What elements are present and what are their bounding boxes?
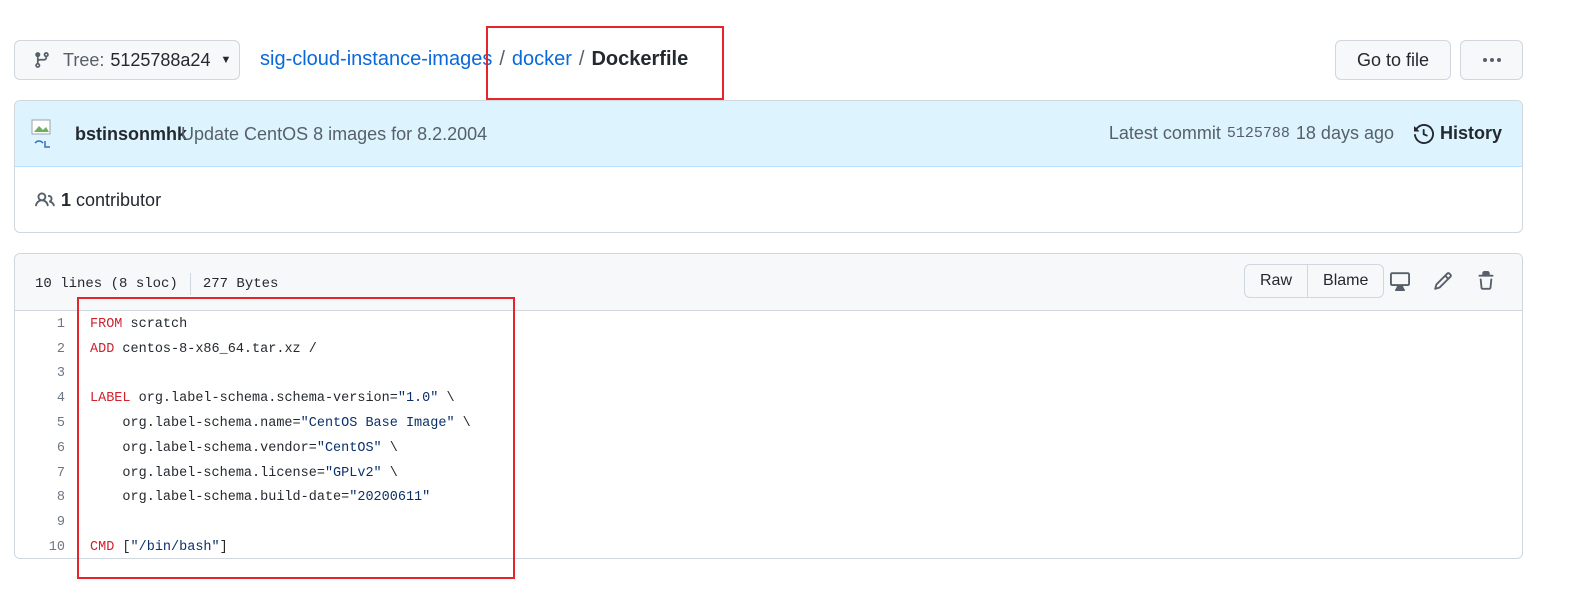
- code-text: FROM scratch: [65, 317, 187, 332]
- tree-label: Tree:: [63, 49, 105, 70]
- code-string: "20200611": [349, 490, 431, 506]
- code-keyword: FROM: [90, 316, 123, 332]
- pencil-icon[interactable]: [1432, 270, 1454, 292]
- line-number[interactable]: 5: [15, 416, 65, 431]
- commit-meta: Latest commit 5125788 18 days ago Histor…: [1109, 123, 1502, 144]
- code-plain: [: [114, 540, 131, 556]
- chevron-down-icon: ▼: [220, 54, 232, 66]
- code-string: "/bin/bash": [130, 540, 220, 556]
- history-label: History: [1439, 123, 1502, 143]
- file-viewer: 10 lines (8 sloc) 277 Bytes Raw Blame 1F…: [14, 253, 1523, 559]
- raw-blame-button-group: Raw Blame: [1244, 264, 1385, 298]
- code-line: 4 LABEL org.label-schema.schema-version="…: [15, 386, 1522, 411]
- line-number[interactable]: 4: [15, 391, 65, 406]
- breadcrumb-separator: /: [578, 48, 585, 70]
- code-line: 5 org.label-schema.name="CentOS Base Ima…: [15, 411, 1522, 436]
- divider: [189, 273, 191, 295]
- raw-button[interactable]: Raw: [1245, 265, 1307, 297]
- code-plain: org.label-schema.name=: [90, 416, 301, 432]
- breadcrumb: sig-cloud-instance-images / docker / Doc…: [260, 48, 688, 71]
- kebab-horizontal-icon: [1482, 58, 1501, 62]
- tree-sha: 5125788a24: [110, 49, 211, 70]
- line-number[interactable]: 8: [15, 490, 65, 505]
- line-number[interactable]: 2: [15, 342, 65, 357]
- code-keyword: ADD: [90, 341, 115, 357]
- history-link[interactable]: History: [1413, 123, 1502, 144]
- git-branch-icon: [35, 52, 49, 68]
- code-line: 1 FROM scratch: [15, 312, 1522, 337]
- code-plain-tail: \: [381, 465, 398, 481]
- code-plain: org.label-schema.vendor=: [90, 440, 317, 456]
- line-number[interactable]: 1: [15, 317, 65, 332]
- line-number[interactable]: 9: [15, 515, 65, 530]
- commit-author[interactable]: bstinsonmhk: [75, 124, 187, 145]
- code-text: CMD ["/bin/bash"]: [65, 540, 228, 555]
- latest-commit-label: Latest commit: [1108, 123, 1221, 143]
- code-plain-tail: ]: [219, 540, 228, 556]
- code-plain-tail: \: [438, 391, 455, 407]
- code-line: 10 CMD ["/bin/bash"]: [15, 535, 1522, 558]
- code-text: org.label-schema.build-date="20200611": [65, 490, 430, 505]
- code-string: "1.0": [397, 391, 439, 407]
- breadcrumb-repo-link[interactable]: sig-cloud-instance-images: [260, 48, 492, 71]
- code-line: 6 org.label-schema.vendor="CentOS" \: [15, 436, 1522, 461]
- avatar[interactable]: [31, 119, 57, 149]
- code-keyword: LABEL: [90, 391, 131, 407]
- line-number[interactable]: 7: [15, 466, 65, 481]
- breadcrumb-current-file: Dockerfile: [591, 48, 689, 70]
- code-line: 7 org.label-schema.license="GPLv2" \: [15, 461, 1522, 486]
- commit-time: 18 days ago: [1295, 123, 1394, 143]
- code-string: "GPLv2": [324, 465, 382, 481]
- blame-button[interactable]: Blame: [1307, 265, 1383, 297]
- trash-icon[interactable]: [1475, 270, 1497, 292]
- code-text: org.label-schema.vendor="CentOS" \: [65, 440, 398, 456]
- file-header: 10 lines (8 sloc) 277 Bytes Raw Blame: [15, 254, 1522, 311]
- code-line: 9: [15, 510, 1522, 535]
- desktop-icon[interactable]: [1389, 270, 1411, 292]
- branch-selector-button[interactable]: Tree: 5125788a24 ▼: [14, 40, 240, 80]
- code-text: org.label-schema.name="CentOS Base Image…: [65, 416, 471, 432]
- code-text: LABEL org.label-schema.schema-version="1…: [65, 391, 455, 406]
- line-number[interactable]: 6: [15, 441, 65, 456]
- commit-row: bstinsonmhk Update CentOS 8 images for 8…: [15, 101, 1522, 167]
- code-line: 2 ADD centos-8-x86_64.tar.xz /: [15, 337, 1522, 362]
- code-line: 3: [15, 362, 1522, 387]
- contributor-label: contributor: [76, 189, 162, 210]
- line-number[interactable]: 3: [15, 366, 65, 381]
- code-text: org.label-schema.license="GPLv2" \: [65, 465, 398, 481]
- history-icon: [1413, 123, 1434, 144]
- contributors-row[interactable]: 1 contributor: [15, 167, 1522, 232]
- code-plain: org.label-schema.schema-version=: [130, 391, 398, 407]
- file-size: 277 Bytes: [202, 276, 279, 292]
- code-string: "CentOS Base Image": [300, 416, 455, 432]
- code-plain: scratch: [122, 316, 188, 332]
- file-lines-info: 10 lines (8 sloc): [35, 276, 178, 292]
- code-content: 1 FROM scratch 2 ADD centos-8-x86_64.tar.xz…: [15, 311, 1522, 558]
- code-string: "CentOS": [316, 440, 382, 456]
- contributor-count: 1: [61, 189, 72, 210]
- go-to-file-button[interactable]: Go to file: [1335, 40, 1451, 80]
- commit-sha-link[interactable]: 5125788: [1227, 125, 1290, 142]
- commit-message[interactable]: Update CentOS 8 images for 8.2.2004: [181, 124, 487, 145]
- more-options-button[interactable]: [1460, 40, 1523, 80]
- code-plain: org.label-schema.build-date=: [90, 490, 350, 506]
- line-number[interactable]: 10: [15, 540, 65, 555]
- code-line: 8 org.label-schema.build-date="20200611": [15, 486, 1522, 511]
- people-icon: [35, 192, 55, 207]
- file-info: 10 lines (8 sloc) 277 Bytes: [35, 273, 278, 295]
- code-plain-tail: \: [454, 416, 471, 432]
- code-keyword: CMD: [90, 540, 115, 556]
- breadcrumb-folder-link[interactable]: docker: [512, 48, 572, 71]
- code-text: ADD centos-8-x86_64.tar.xz /: [65, 342, 317, 357]
- breadcrumb-separator: /: [499, 48, 505, 70]
- code-plain: centos-8-x86_64.tar.xz /: [114, 341, 317, 357]
- code-plain-tail: \: [381, 440, 398, 456]
- latest-commit-box: bstinsonmhk Update CentOS 8 images for 8…: [14, 100, 1523, 233]
- code-plain: org.label-schema.license=: [90, 465, 325, 481]
